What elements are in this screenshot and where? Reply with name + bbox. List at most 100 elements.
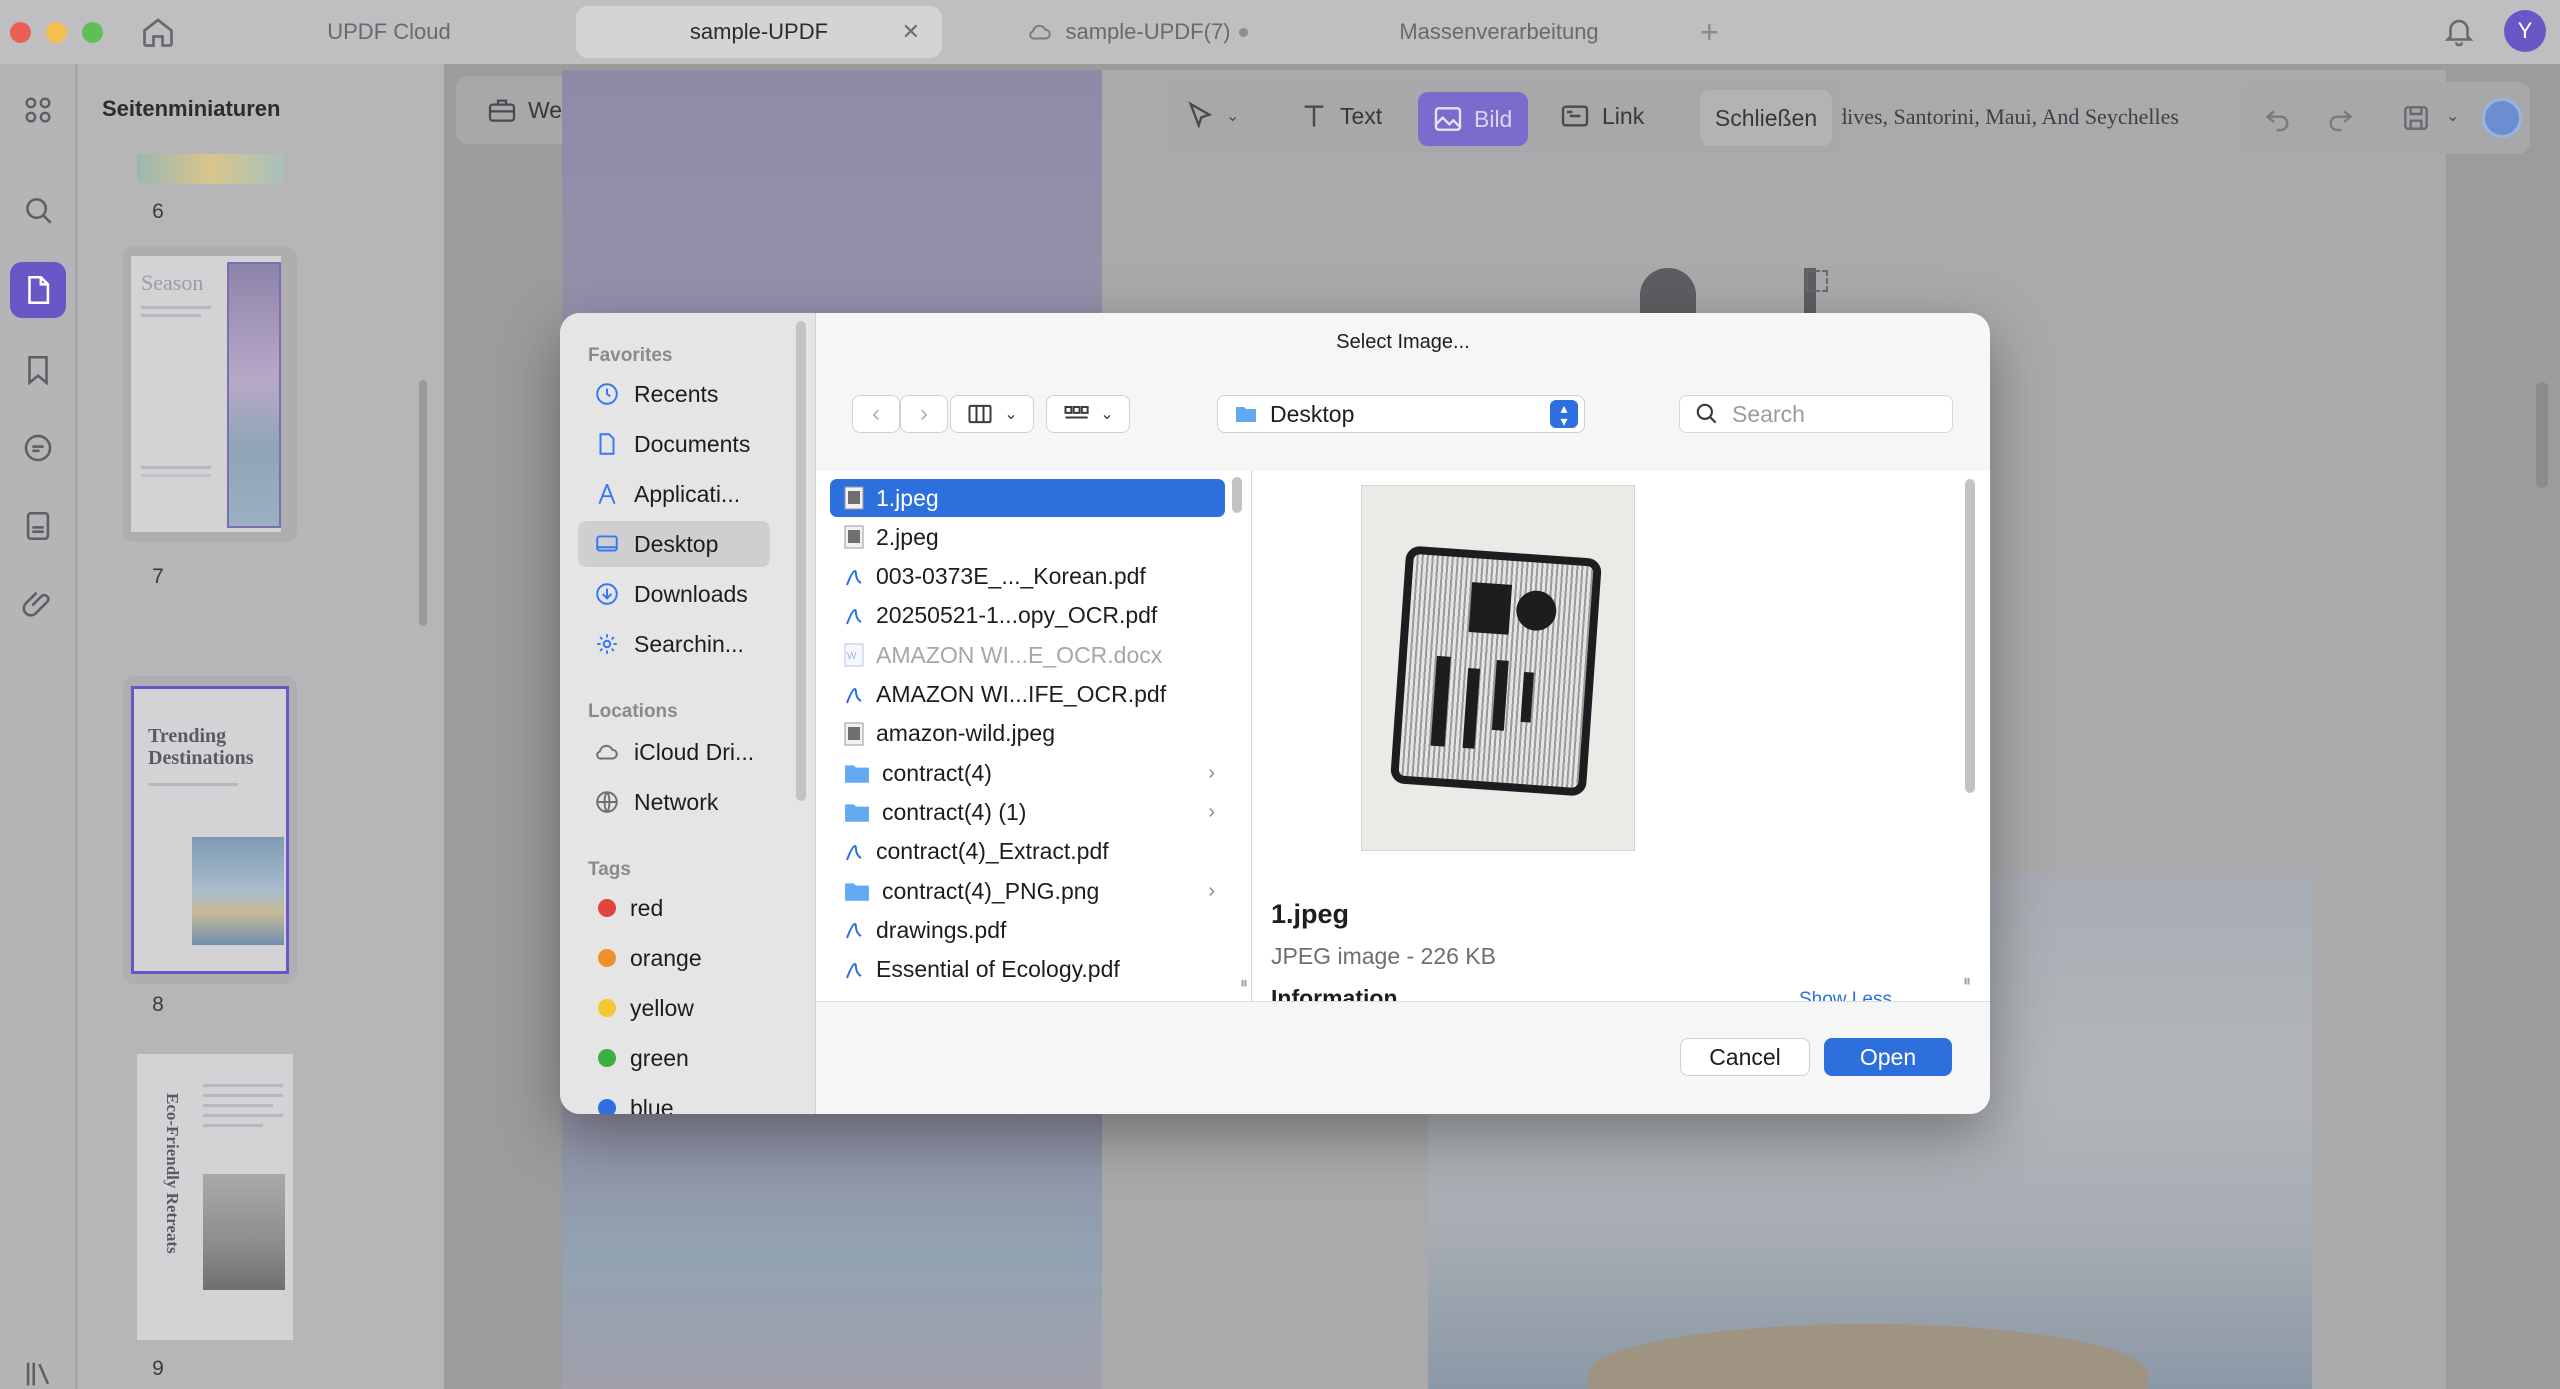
tag-blue[interactable]: blue [578, 1085, 770, 1114]
file-row[interactable]: W AMAZON WI...E_OCR.docx [830, 636, 1225, 674]
close-tab-icon[interactable]: ✕ [902, 19, 920, 45]
show-less-link[interactable]: Show Less [1799, 989, 1892, 1001]
history-toolbar: ⌄ [2242, 82, 2530, 154]
layers-icon[interactable] [18, 1354, 58, 1389]
open-button[interactable]: Open [1824, 1038, 1952, 1076]
tab-sample-updf-7[interactable]: sample-UPDF(7) [946, 6, 1312, 58]
select-tool-button[interactable]: ⌄ [1184, 100, 1239, 132]
select-image-dialog: Favorites Recents Documents Applicati...… [560, 313, 1990, 1114]
link-tool-button[interactable]: Link [1558, 100, 1644, 132]
tag-orange[interactable]: orange [578, 935, 770, 981]
file-row[interactable]: drawings.pdf [830, 911, 1225, 949]
tag-color-dot [598, 899, 616, 917]
sidebar-item-downloads[interactable]: Downloads [578, 571, 770, 617]
cancel-button[interactable]: Cancel [1680, 1038, 1810, 1076]
sidebar-item-searching[interactable]: Searchin... [578, 621, 770, 667]
file-row[interactable]: amazon-wild.jpeg [830, 715, 1225, 753]
thumbnail-page-9[interactable]: Eco-Friendly Retreats [137, 1054, 293, 1340]
column-resize-icon[interactable]: ⏸ [1963, 973, 1971, 991]
file-row[interactable]: AMAZON WI...IFE_OCR.pdf [830, 676, 1225, 714]
text-tool-button[interactable]: Text [1298, 100, 1382, 132]
bookmark-icon[interactable] [18, 350, 58, 390]
thumbnail-page-6[interactable] [137, 154, 283, 184]
file-row[interactable]: 003-0373E_..._Korean.pdf [830, 558, 1225, 596]
chevron-down-icon: ⌄ [1226, 108, 1240, 125]
new-tab-icon[interactable]: + [1700, 14, 1719, 51]
search-icon[interactable] [18, 190, 58, 230]
pages-icon[interactable] [10, 262, 66, 318]
tab-massenverarbeitung[interactable]: Massenverarbeitung [1316, 6, 1682, 58]
card-image [1389, 545, 1603, 797]
sidebar-item-applications[interactable]: Applicati... [578, 471, 770, 517]
open-label: Open [1859, 1043, 1917, 1070]
image-file-icon [844, 525, 864, 549]
back-button[interactable]: ‹ [852, 395, 900, 433]
save-icon[interactable] [2400, 102, 2432, 139]
ai-assistant-icon[interactable] [2482, 98, 2522, 138]
tag-color-dot [598, 999, 616, 1017]
file-row-partial[interactable] [830, 990, 1225, 1001]
folder-icon [1236, 407, 1256, 422]
file-row[interactable]: Essential of Ecology.pdf [830, 951, 1225, 989]
location-select[interactable]: Desktop ▴ ▾ [1217, 395, 1585, 433]
canvas-scrollbar[interactable] [2536, 382, 2548, 488]
tab-updf-cloud[interactable]: UPDF Cloud [206, 6, 572, 58]
locations-heading: Locations [588, 701, 678, 722]
undo-icon[interactable] [2262, 102, 2294, 139]
sidebar-item-desktop[interactable]: Desktop [578, 521, 770, 567]
file-name: 1.jpeg [876, 484, 939, 511]
thumbnail-page-7[interactable]: Season [123, 246, 297, 542]
search-field[interactable]: Search [1679, 395, 1953, 433]
document-file-icon [844, 683, 864, 707]
file-row[interactable]: 1.jpeg [830, 479, 1225, 517]
sidebar-item-recents[interactable]: Recents [578, 371, 770, 417]
zoom-window-button[interactable] [82, 22, 103, 43]
file-name: 2.jpeg [876, 523, 939, 550]
chevron-down-icon: ⌄ [1100, 406, 1114, 423]
tag-red[interactable]: red [578, 885, 770, 931]
file-row[interactable]: 2.jpeg [830, 518, 1225, 556]
dialog-footer: Cancel Open [816, 1001, 1990, 1114]
folder-icon [844, 879, 870, 903]
file-row[interactable]: contract(4) › [830, 754, 1225, 792]
file-row[interactable]: 20250521-1...opy_OCR.pdf [830, 597, 1225, 635]
tag-yellow[interactable]: yellow [578, 985, 770, 1031]
avatar[interactable]: Y [2504, 10, 2546, 52]
group-by-button[interactable]: ⌄ [1046, 395, 1130, 433]
home-icon[interactable] [140, 14, 176, 50]
comment-icon[interactable] [18, 428, 58, 468]
view-mode-button[interactable]: ⌄ [950, 395, 1034, 433]
close-edit-button[interactable]: Schließen [1700, 90, 1832, 146]
image-tool-button[interactable]: Bild [1418, 92, 1528, 146]
minimize-window-button[interactable] [46, 22, 67, 43]
close-window-button[interactable] [10, 22, 31, 43]
file-row[interactable]: contract(4)_Extract.pdf [830, 833, 1225, 871]
forward-button[interactable]: › [900, 395, 948, 433]
tag-green[interactable]: green [578, 1035, 770, 1081]
sidebar-scrollbar[interactable] [796, 321, 806, 801]
grid-icon[interactable] [18, 90, 58, 130]
redo-icon[interactable] [2324, 102, 2356, 139]
form-icon[interactable] [18, 506, 58, 546]
sidebar-item-documents[interactable]: Documents [578, 421, 770, 467]
column-resize-icon[interactable]: ⏸ [1240, 975, 1248, 993]
information-heading: Information [1271, 985, 1398, 1001]
sidebar-item-network[interactable]: Network [578, 779, 770, 825]
file-row[interactable]: contract(4) (1) › [830, 793, 1225, 831]
sidebar-item-label: Downloads [634, 580, 748, 607]
stepper-icon: ▴ ▾ [1550, 400, 1578, 428]
file-name: 20250521-1...opy_OCR.pdf [876, 602, 1158, 629]
thumbnail-page-8[interactable]: Trending Destinations [123, 676, 297, 984]
panel-scrollbar[interactable] [419, 380, 427, 626]
selection-handle-icon[interactable] [1806, 270, 1828, 292]
bell-icon[interactable] [2442, 14, 2476, 53]
attachment-icon[interactable] [18, 584, 58, 624]
folder-icon [844, 761, 870, 785]
card-mark [1462, 668, 1481, 749]
file-row[interactable]: contract(4)_PNG.png › [830, 872, 1225, 910]
sidebar-item-icloud[interactable]: iCloud Dri... [578, 729, 770, 775]
preview-scrollbar[interactable] [1965, 479, 1975, 793]
tab-sample-updf[interactable]: sample-UPDF ✕ [576, 6, 942, 58]
chevron-down-icon[interactable]: ⌄ [2446, 106, 2459, 126]
file-list-scrollbar[interactable] [1232, 477, 1242, 513]
